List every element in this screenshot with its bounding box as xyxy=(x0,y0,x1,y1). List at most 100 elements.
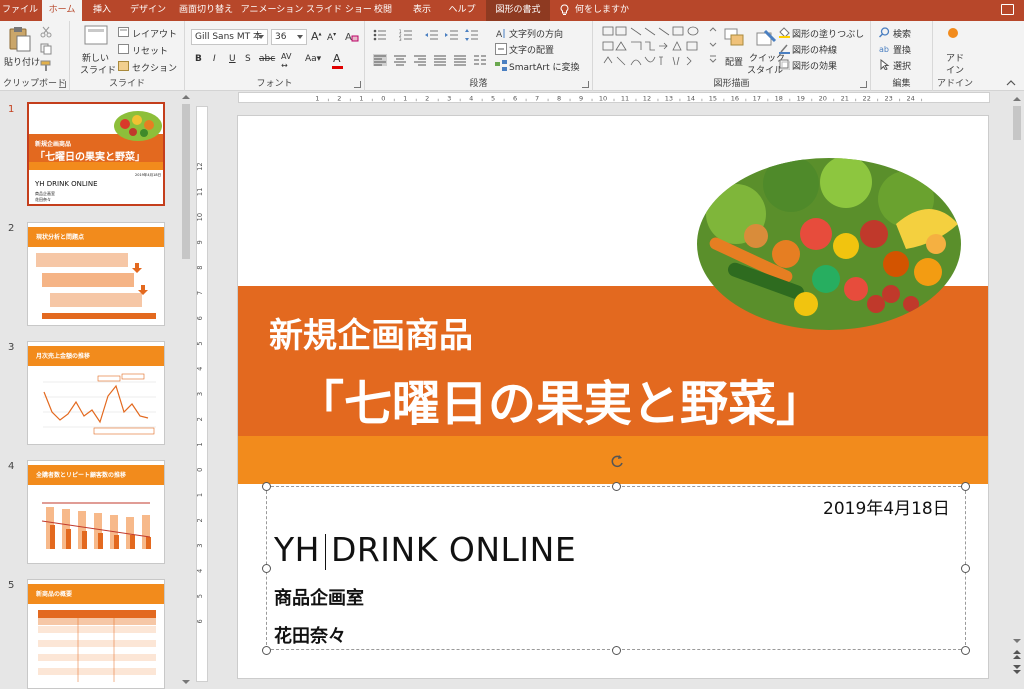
scroll-up-icon[interactable] xyxy=(182,94,190,100)
grow-font-icon[interactable]: A▴ xyxy=(311,30,322,43)
decrease-indent-icon[interactable] xyxy=(425,29,439,41)
tab-file[interactable]: ファイル xyxy=(0,0,40,21)
select-button[interactable]: 選択 xyxy=(893,59,911,72)
slide-subtitle[interactable]: 新規企画商品 xyxy=(269,308,473,357)
char-spacing-icon[interactable]: AV ↔ xyxy=(281,52,291,70)
drawing-dialog-launcher[interactable] xyxy=(860,81,867,88)
underline-icon[interactable]: U xyxy=(229,54,236,64)
font-color-icon[interactable]: A xyxy=(333,52,341,65)
increase-indent-icon[interactable] xyxy=(445,29,459,41)
tab-animations[interactable]: アニメーション xyxy=(240,0,304,21)
font-size-select[interactable]: 36 xyxy=(271,29,307,45)
slide-thumbnail-5[interactable]: 新商品の概要 xyxy=(27,579,165,689)
slide-department[interactable]: 商品企画室 xyxy=(274,584,364,610)
shapes-gallery[interactable] xyxy=(601,25,703,71)
bold-icon[interactable]: B xyxy=(195,54,202,64)
italic-icon[interactable]: I xyxy=(213,54,216,64)
align-center-icon[interactable] xyxy=(393,54,407,66)
rotate-handle-icon[interactable] xyxy=(609,453,625,469)
slide-title[interactable]: 「七曜日の果実と野菜」 xyxy=(296,364,824,434)
tell-me-box[interactable]: 何をしますか xyxy=(560,0,629,21)
slide-company-name[interactable]: YH DRINK ONLINE xyxy=(274,530,576,569)
text-direction-button[interactable]: 文字列の方向 xyxy=(509,27,563,40)
tab-shape-format[interactable]: 図形の書式 xyxy=(486,0,550,21)
cut-icon[interactable] xyxy=(40,26,52,38)
font-dialog-launcher[interactable] xyxy=(354,81,361,88)
resize-handle-nw[interactable] xyxy=(262,482,271,491)
shape-outline-button[interactable]: 図形の枠線 xyxy=(792,43,837,56)
bullets-icon[interactable] xyxy=(373,29,387,41)
tab-transitions[interactable]: 画面切り替え xyxy=(174,0,238,21)
font-name-select[interactable]: Gill Sans MT 本 xyxy=(191,29,268,45)
resize-handle-se[interactable] xyxy=(961,646,970,655)
horizontal-ruler[interactable]: 1 2 1 0 1 2 3 4 5 6 7 8 9 10 11 12 13 14 15 16 17 18 19 20 21 22 2… xyxy=(238,92,990,103)
addins-label-2[interactable]: イン xyxy=(946,63,964,76)
slide-thumbnail-3[interactable]: 月次売上金額の推移 xyxy=(27,341,165,445)
change-case-icon[interactable]: Aa▾ xyxy=(305,54,321,64)
current-slide[interactable]: 新規企画商品 「七曜日の果実と野菜」 2019年4月18日 YH DRINK O… xyxy=(237,115,989,679)
distributed-icon[interactable] xyxy=(453,54,467,66)
slide-date[interactable]: 2019年4月18日 xyxy=(823,494,950,519)
find-button[interactable]: 検索 xyxy=(893,27,911,40)
slide-scroll-up-icon[interactable] xyxy=(1013,96,1021,102)
format-painter-icon[interactable] xyxy=(40,60,52,72)
slide-thumbnail-1[interactable]: 新規企画商品 「七曜日の果実と野菜」 2019年4月18日 YH DRINK O… xyxy=(27,102,165,206)
replace-button[interactable]: 置換 xyxy=(893,43,911,56)
addins-icon[interactable] xyxy=(947,27,959,39)
slide-scroll-down-icon[interactable] xyxy=(1013,638,1021,644)
quick-style-label-2[interactable]: スタイル xyxy=(747,63,783,76)
slide-thumbnail-2[interactable]: 現状分析と問題点 xyxy=(27,222,165,326)
smartart-button[interactable]: SmartArt に変換 xyxy=(509,60,579,73)
tab-view[interactable]: 表示 xyxy=(406,0,438,21)
fruits-vegetables-image[interactable] xyxy=(696,154,962,334)
slide-presenter[interactable]: 花田奈々 xyxy=(274,622,346,648)
thumbnail-scroll-thumb[interactable] xyxy=(182,104,190,259)
comment-icon[interactable] xyxy=(1001,4,1014,15)
layout-button[interactable]: レイアウト xyxy=(132,27,177,40)
paste-icon[interactable] xyxy=(8,25,32,53)
resize-handle-n[interactable] xyxy=(612,482,621,491)
shapes-gallery-scroll[interactable] xyxy=(707,25,719,69)
tab-slideshow[interactable]: スライド ショー xyxy=(306,0,372,21)
resize-handle-w[interactable] xyxy=(262,564,271,573)
reset-button[interactable]: リセット xyxy=(132,44,168,57)
tab-insert[interactable]: 挿入 xyxy=(84,0,120,21)
numbering-icon[interactable]: 123 xyxy=(399,29,413,41)
tab-home[interactable]: ホーム xyxy=(42,0,82,21)
align-right-icon[interactable] xyxy=(413,54,427,66)
paragraph-dialog-launcher[interactable] xyxy=(582,81,589,88)
section-button[interactable]: セクション xyxy=(132,61,177,74)
align-text-button[interactable]: 文字の配置 xyxy=(509,43,554,56)
vertical-ruler[interactable]: 1211109876543210123456 xyxy=(196,106,208,682)
scroll-down-icon[interactable] xyxy=(182,679,190,685)
arrange-button[interactable]: 配置 xyxy=(725,55,743,68)
shape-effects-button[interactable]: 図形の効果 xyxy=(792,59,837,72)
tab-help[interactable]: ヘルプ xyxy=(446,0,478,21)
slide-thumbnail-4[interactable]: 全購者数とリピート顧客数の推移 xyxy=(27,460,165,564)
copy-icon[interactable] xyxy=(40,43,52,55)
quick-style-icon[interactable] xyxy=(755,27,777,49)
justify-icon[interactable] xyxy=(433,54,447,66)
collapse-ribbon-icon[interactable] xyxy=(1006,79,1016,87)
arrange-icon[interactable] xyxy=(723,27,745,49)
paste-button[interactable]: 貼り付け xyxy=(4,55,40,68)
tab-review[interactable]: 校閲 xyxy=(368,0,398,21)
shrink-font-icon[interactable]: A▾ xyxy=(327,31,336,43)
slide-scrollbar[interactable] xyxy=(1010,92,1024,689)
strikethrough-icon[interactable]: abc xyxy=(259,54,275,64)
resize-handle-ne[interactable] xyxy=(961,482,970,491)
clipboard-dialog-launcher[interactable] xyxy=(59,81,66,88)
next-slide-icon[interactable] xyxy=(1013,664,1021,674)
previous-slide-icon[interactable] xyxy=(1013,650,1021,660)
clear-format-icon[interactable]: A xyxy=(345,30,359,43)
new-slide-label-2[interactable]: スライド xyxy=(80,63,116,76)
columns-icon[interactable] xyxy=(473,54,487,66)
tab-design[interactable]: デザイン xyxy=(124,0,172,21)
new-slide-icon[interactable] xyxy=(84,25,108,47)
line-spacing-icon[interactable] xyxy=(465,29,479,41)
align-left-icon[interactable] xyxy=(373,54,387,66)
resize-handle-e[interactable] xyxy=(961,564,970,573)
resize-handle-sw[interactable] xyxy=(262,646,271,655)
shadow-icon[interactable]: S xyxy=(245,54,251,64)
thumbnail-scrollbar[interactable] xyxy=(180,92,192,689)
